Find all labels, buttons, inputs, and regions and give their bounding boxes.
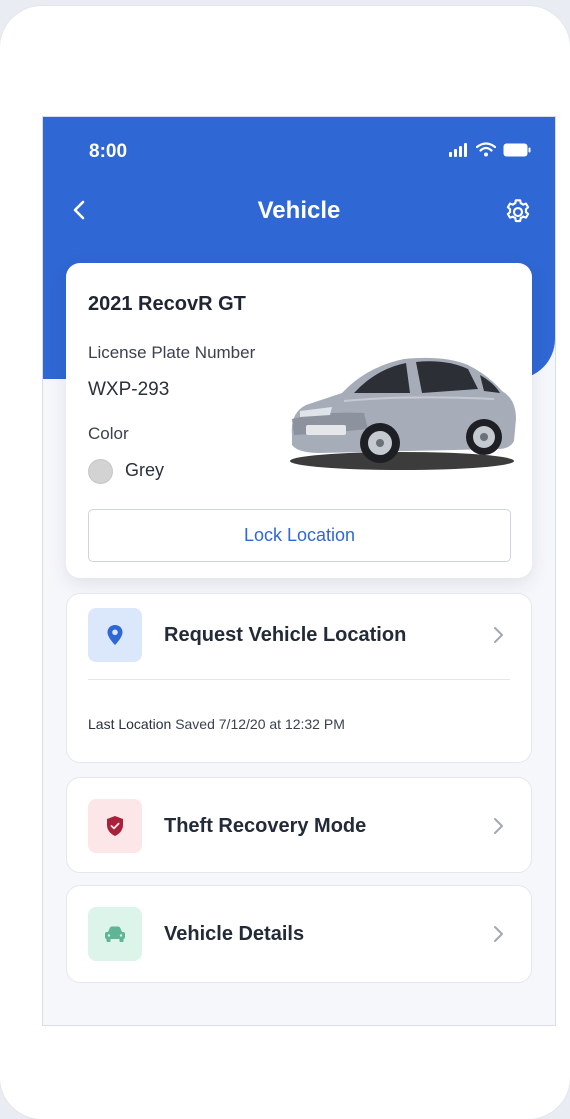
color-label: Color [88, 424, 129, 443]
last-location-value: Saved 7/12/20 at 12:32 PM [175, 716, 345, 732]
theft-recovery-card[interactable]: Theft Recovery Mode [66, 777, 532, 873]
request-location-row[interactable]: Request Vehicle Location [67, 594, 531, 690]
location-icon-tile [88, 608, 142, 662]
car-icon [105, 926, 125, 942]
app-screen: 8:00 Vehicle 2021 RecovR GT License Plat… [42, 116, 556, 1026]
request-location-label: Request Vehicle Location [164, 624, 407, 646]
plate-value: WXP-293 [88, 379, 170, 400]
request-location-card: Request Vehicle Location Last Location S… [66, 593, 532, 763]
wifi-icon [476, 142, 496, 157]
gear-icon[interactable] [503, 197, 533, 227]
color-value: Grey [125, 460, 165, 480]
plate-label: License Plate Number [88, 343, 256, 362]
vehicle-details-card[interactable]: Vehicle Details [66, 885, 532, 983]
battery-icon [503, 143, 531, 156]
vehicle-details-row[interactable]: Vehicle Details [67, 886, 531, 982]
phone-frame: 8:00 Vehicle 2021 RecovR GT License Plat… [0, 6, 570, 1119]
vehicle-name: 2021 RecovR GT [88, 293, 246, 315]
vehicle-details-label: Vehicle Details [164, 923, 305, 945]
vehicle-card: 2021 RecovR GT License Plate Number WXP-… [66, 263, 532, 578]
status-icons [449, 142, 531, 157]
lock-location-button[interactable]: Lock Location [88, 509, 511, 562]
color-swatch [88, 459, 113, 484]
car-image [290, 357, 516, 470]
theft-recovery-label: Theft Recovery Mode [164, 815, 367, 837]
chevron-right-icon [494, 818, 503, 834]
location-pin-icon [107, 625, 123, 645]
last-location-text: Last Location Saved 7/12/20 at 12:32 PM [88, 716, 345, 732]
car-icon-tile [88, 907, 142, 961]
chevron-right-icon [494, 627, 503, 643]
signal-icon [449, 142, 467, 157]
theft-recovery-row[interactable]: Theft Recovery Mode [67, 778, 531, 874]
divider [88, 679, 510, 680]
last-location-label: Last Location [88, 716, 172, 732]
page-title: Vehicle [257, 197, 341, 224]
shield-icon-tile [88, 799, 142, 853]
status-time: 8:00 [89, 141, 128, 162]
shield-check-icon [107, 816, 123, 836]
chevron-right-icon [494, 926, 503, 942]
